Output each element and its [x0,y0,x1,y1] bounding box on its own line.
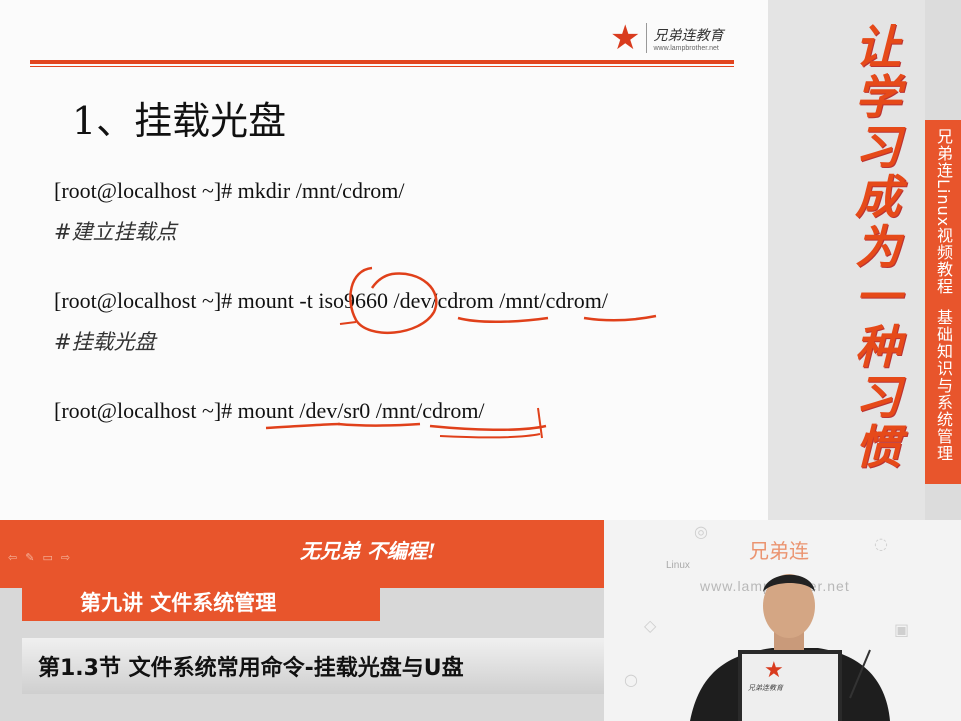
course-sidebar: 兄弟连Linux视频教程 基础知识与系统管理 [925,120,961,484]
slide-menu-icon[interactable]: ▭ [42,551,52,564]
header-rule-thin [30,66,734,67]
command-comment-1: #建立挂载点 [54,220,177,244]
annotation-underline-dev-cdrom [457,316,549,323]
lecture-title: 第九讲 文件系统管理 [22,585,380,621]
slogan-text: 无兄弟 不编程! [300,539,436,563]
course-title: 兄弟连Linux视频教程 [934,128,953,296]
slide-nav-controls[interactable]: ⇦ ✎ ▭ ⇨ [8,551,70,564]
annotation-hook [537,407,543,439]
logo-divider [646,23,648,53]
logo-text-block: 兄弟连教育 www.lampbrother.net [653,25,723,52]
command-line-3: [root@localhost ~]# mount /dev/sr0 /mnt/… [54,398,485,423]
back-arrow-icon[interactable]: ⇦ [8,551,17,564]
command-line-2: [root@localhost ~]# mount -t iso9660 /de… [54,288,608,313]
annotation-double-underline [439,433,541,439]
calligraphy-slogan: 让学习成为一种习惯 [855,20,901,474]
linux-label: Linux [666,560,690,571]
decor-icon: ◇ [644,616,657,635]
annotation-underline-mnt-cdrom [583,314,657,322]
annotation-underline-dev-sr0 [337,422,421,427]
logo-text: 兄弟连教育 [653,27,724,44]
command-line-1: [root@localhost ~]# mkdir /mnt/cdrom/ [54,178,405,203]
slide: ★ 兄弟连教育 www.lampbrother.net 1、挂载光盘 [root… [0,0,768,520]
decor-icon: ▣ [894,620,910,639]
brand-logo: ★ 兄弟连教育 www.lampbrother.net [610,18,723,58]
course-topic: 基础知识与系统管理 [934,309,953,463]
decor-icon: ◌ [874,534,888,553]
presenter-figure [690,574,890,721]
decor-icon: ◎ [694,522,708,541]
pen-icon[interactable]: ✎ [25,551,34,564]
header-rule [30,60,734,64]
command-comment-2: #挂载光盘 [54,330,156,354]
star-icon: ★ [764,658,784,683]
laptop-brand: 兄弟连教育 [748,684,783,692]
forward-arrow-icon[interactable]: ⇨ [61,551,70,564]
presenter-video: ◎ ◌ ◇ ▣ ○ 兄弟连 Linux www.lampbrother.net … [604,520,961,721]
annotation-underline-mount [265,422,341,430]
logo-url: www.lampbrother.net [653,44,719,52]
slide-title: 1、挂载光盘 [72,99,287,143]
section-title: 第1.3节 文件系统常用命令-挂载光盘与U盘 [38,656,464,681]
annotation-underline-mnt [429,424,547,432]
annotation-tick [339,321,357,325]
star-icon: ★ [610,18,641,58]
pen-annotations [265,266,657,439]
decor-icon: ○ [624,670,638,689]
